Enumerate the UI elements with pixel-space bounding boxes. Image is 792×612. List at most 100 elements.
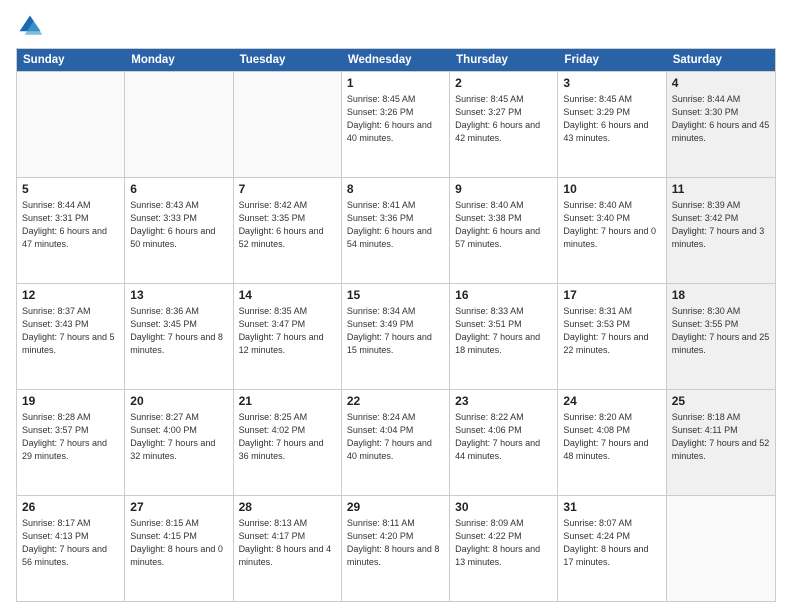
day-number: 30 [455,499,552,516]
day-info: Sunrise: 8:44 AM Sunset: 3:31 PM Dayligh… [22,199,119,251]
calendar-week-3: 12Sunrise: 8:37 AM Sunset: 3:43 PM Dayli… [17,283,775,389]
day-info: Sunrise: 8:39 AM Sunset: 3:42 PM Dayligh… [672,199,770,251]
calendar-day-15: 15Sunrise: 8:34 AM Sunset: 3:49 PM Dayli… [342,284,450,389]
day-info: Sunrise: 8:41 AM Sunset: 3:36 PM Dayligh… [347,199,444,251]
calendar-day-4: 4Sunrise: 8:44 AM Sunset: 3:30 PM Daylig… [667,72,775,177]
calendar-day-2: 2Sunrise: 8:45 AM Sunset: 3:27 PM Daylig… [450,72,558,177]
day-number: 4 [672,75,770,92]
day-number: 24 [563,393,660,410]
day-number: 17 [563,287,660,304]
day-info: Sunrise: 8:24 AM Sunset: 4:04 PM Dayligh… [347,411,444,463]
logo [16,12,48,40]
calendar-empty-cell [17,72,125,177]
day-info: Sunrise: 8:28 AM Sunset: 3:57 PM Dayligh… [22,411,119,463]
calendar-day-10: 10Sunrise: 8:40 AM Sunset: 3:40 PM Dayli… [558,178,666,283]
day-info: Sunrise: 8:20 AM Sunset: 4:08 PM Dayligh… [563,411,660,463]
calendar-day-23: 23Sunrise: 8:22 AM Sunset: 4:06 PM Dayli… [450,390,558,495]
day-number: 27 [130,499,227,516]
day-info: Sunrise: 8:45 AM Sunset: 3:26 PM Dayligh… [347,93,444,145]
day-info: Sunrise: 8:34 AM Sunset: 3:49 PM Dayligh… [347,305,444,357]
day-number: 5 [22,181,119,198]
day-info: Sunrise: 8:40 AM Sunset: 3:40 PM Dayligh… [563,199,660,251]
calendar-week-1: 1Sunrise: 8:45 AM Sunset: 3:26 PM Daylig… [17,71,775,177]
day-number: 11 [672,181,770,198]
day-info: Sunrise: 8:45 AM Sunset: 3:29 PM Dayligh… [563,93,660,145]
day-number: 1 [347,75,444,92]
calendar-header-friday: Friday [558,49,666,71]
calendar-header-wednesday: Wednesday [342,49,450,71]
calendar-day-12: 12Sunrise: 8:37 AM Sunset: 3:43 PM Dayli… [17,284,125,389]
day-info: Sunrise: 8:44 AM Sunset: 3:30 PM Dayligh… [672,93,770,145]
day-number: 7 [239,181,336,198]
calendar: SundayMondayTuesdayWednesdayThursdayFrid… [16,48,776,602]
day-number: 15 [347,287,444,304]
calendar-week-2: 5Sunrise: 8:44 AM Sunset: 3:31 PM Daylig… [17,177,775,283]
day-info: Sunrise: 8:43 AM Sunset: 3:33 PM Dayligh… [130,199,227,251]
day-number: 19 [22,393,119,410]
calendar-header-tuesday: Tuesday [234,49,342,71]
calendar-empty-cell [234,72,342,177]
calendar-day-5: 5Sunrise: 8:44 AM Sunset: 3:31 PM Daylig… [17,178,125,283]
day-number: 6 [130,181,227,198]
day-number: 23 [455,393,552,410]
calendar-day-8: 8Sunrise: 8:41 AM Sunset: 3:36 PM Daylig… [342,178,450,283]
calendar-empty-cell [667,496,775,601]
calendar-day-1: 1Sunrise: 8:45 AM Sunset: 3:26 PM Daylig… [342,72,450,177]
day-info: Sunrise: 8:25 AM Sunset: 4:02 PM Dayligh… [239,411,336,463]
day-info: Sunrise: 8:15 AM Sunset: 4:15 PM Dayligh… [130,517,227,569]
calendar-day-31: 31Sunrise: 8:07 AM Sunset: 4:24 PM Dayli… [558,496,666,601]
day-number: 31 [563,499,660,516]
day-number: 21 [239,393,336,410]
day-info: Sunrise: 8:31 AM Sunset: 3:53 PM Dayligh… [563,305,660,357]
logo-icon [16,12,44,40]
calendar-day-16: 16Sunrise: 8:33 AM Sunset: 3:51 PM Dayli… [450,284,558,389]
day-number: 13 [130,287,227,304]
day-number: 8 [347,181,444,198]
calendar-day-25: 25Sunrise: 8:18 AM Sunset: 4:11 PM Dayli… [667,390,775,495]
calendar-day-9: 9Sunrise: 8:40 AM Sunset: 3:38 PM Daylig… [450,178,558,283]
calendar-day-3: 3Sunrise: 8:45 AM Sunset: 3:29 PM Daylig… [558,72,666,177]
day-info: Sunrise: 8:18 AM Sunset: 4:11 PM Dayligh… [672,411,770,463]
day-info: Sunrise: 8:09 AM Sunset: 4:22 PM Dayligh… [455,517,552,569]
calendar-day-7: 7Sunrise: 8:42 AM Sunset: 3:35 PM Daylig… [234,178,342,283]
day-info: Sunrise: 8:30 AM Sunset: 3:55 PM Dayligh… [672,305,770,357]
calendar-week-4: 19Sunrise: 8:28 AM Sunset: 3:57 PM Dayli… [17,389,775,495]
day-number: 25 [672,393,770,410]
calendar-day-29: 29Sunrise: 8:11 AM Sunset: 4:20 PM Dayli… [342,496,450,601]
day-info: Sunrise: 8:22 AM Sunset: 4:06 PM Dayligh… [455,411,552,463]
day-info: Sunrise: 8:42 AM Sunset: 3:35 PM Dayligh… [239,199,336,251]
day-number: 26 [22,499,119,516]
day-number: 18 [672,287,770,304]
day-info: Sunrise: 8:35 AM Sunset: 3:47 PM Dayligh… [239,305,336,357]
day-number: 16 [455,287,552,304]
day-number: 3 [563,75,660,92]
calendar-body: 1Sunrise: 8:45 AM Sunset: 3:26 PM Daylig… [17,71,775,601]
day-info: Sunrise: 8:33 AM Sunset: 3:51 PM Dayligh… [455,305,552,357]
day-number: 9 [455,181,552,198]
day-number: 20 [130,393,227,410]
calendar-empty-cell [125,72,233,177]
day-number: 2 [455,75,552,92]
header [16,12,776,40]
calendar-header-monday: Monday [125,49,233,71]
day-info: Sunrise: 8:17 AM Sunset: 4:13 PM Dayligh… [22,517,119,569]
day-number: 14 [239,287,336,304]
calendar-header-sunday: Sunday [17,49,125,71]
calendar-day-13: 13Sunrise: 8:36 AM Sunset: 3:45 PM Dayli… [125,284,233,389]
calendar-week-5: 26Sunrise: 8:17 AM Sunset: 4:13 PM Dayli… [17,495,775,601]
day-info: Sunrise: 8:27 AM Sunset: 4:00 PM Dayligh… [130,411,227,463]
day-info: Sunrise: 8:11 AM Sunset: 4:20 PM Dayligh… [347,517,444,569]
calendar-day-17: 17Sunrise: 8:31 AM Sunset: 3:53 PM Dayli… [558,284,666,389]
calendar-day-14: 14Sunrise: 8:35 AM Sunset: 3:47 PM Dayli… [234,284,342,389]
day-info: Sunrise: 8:40 AM Sunset: 3:38 PM Dayligh… [455,199,552,251]
day-info: Sunrise: 8:13 AM Sunset: 4:17 PM Dayligh… [239,517,336,569]
day-number: 28 [239,499,336,516]
day-number: 10 [563,181,660,198]
calendar-day-6: 6Sunrise: 8:43 AM Sunset: 3:33 PM Daylig… [125,178,233,283]
calendar-header-row: SundayMondayTuesdayWednesdayThursdayFrid… [17,49,775,71]
day-info: Sunrise: 8:07 AM Sunset: 4:24 PM Dayligh… [563,517,660,569]
calendar-day-22: 22Sunrise: 8:24 AM Sunset: 4:04 PM Dayli… [342,390,450,495]
day-number: 29 [347,499,444,516]
day-info: Sunrise: 8:45 AM Sunset: 3:27 PM Dayligh… [455,93,552,145]
day-info: Sunrise: 8:37 AM Sunset: 3:43 PM Dayligh… [22,305,119,357]
